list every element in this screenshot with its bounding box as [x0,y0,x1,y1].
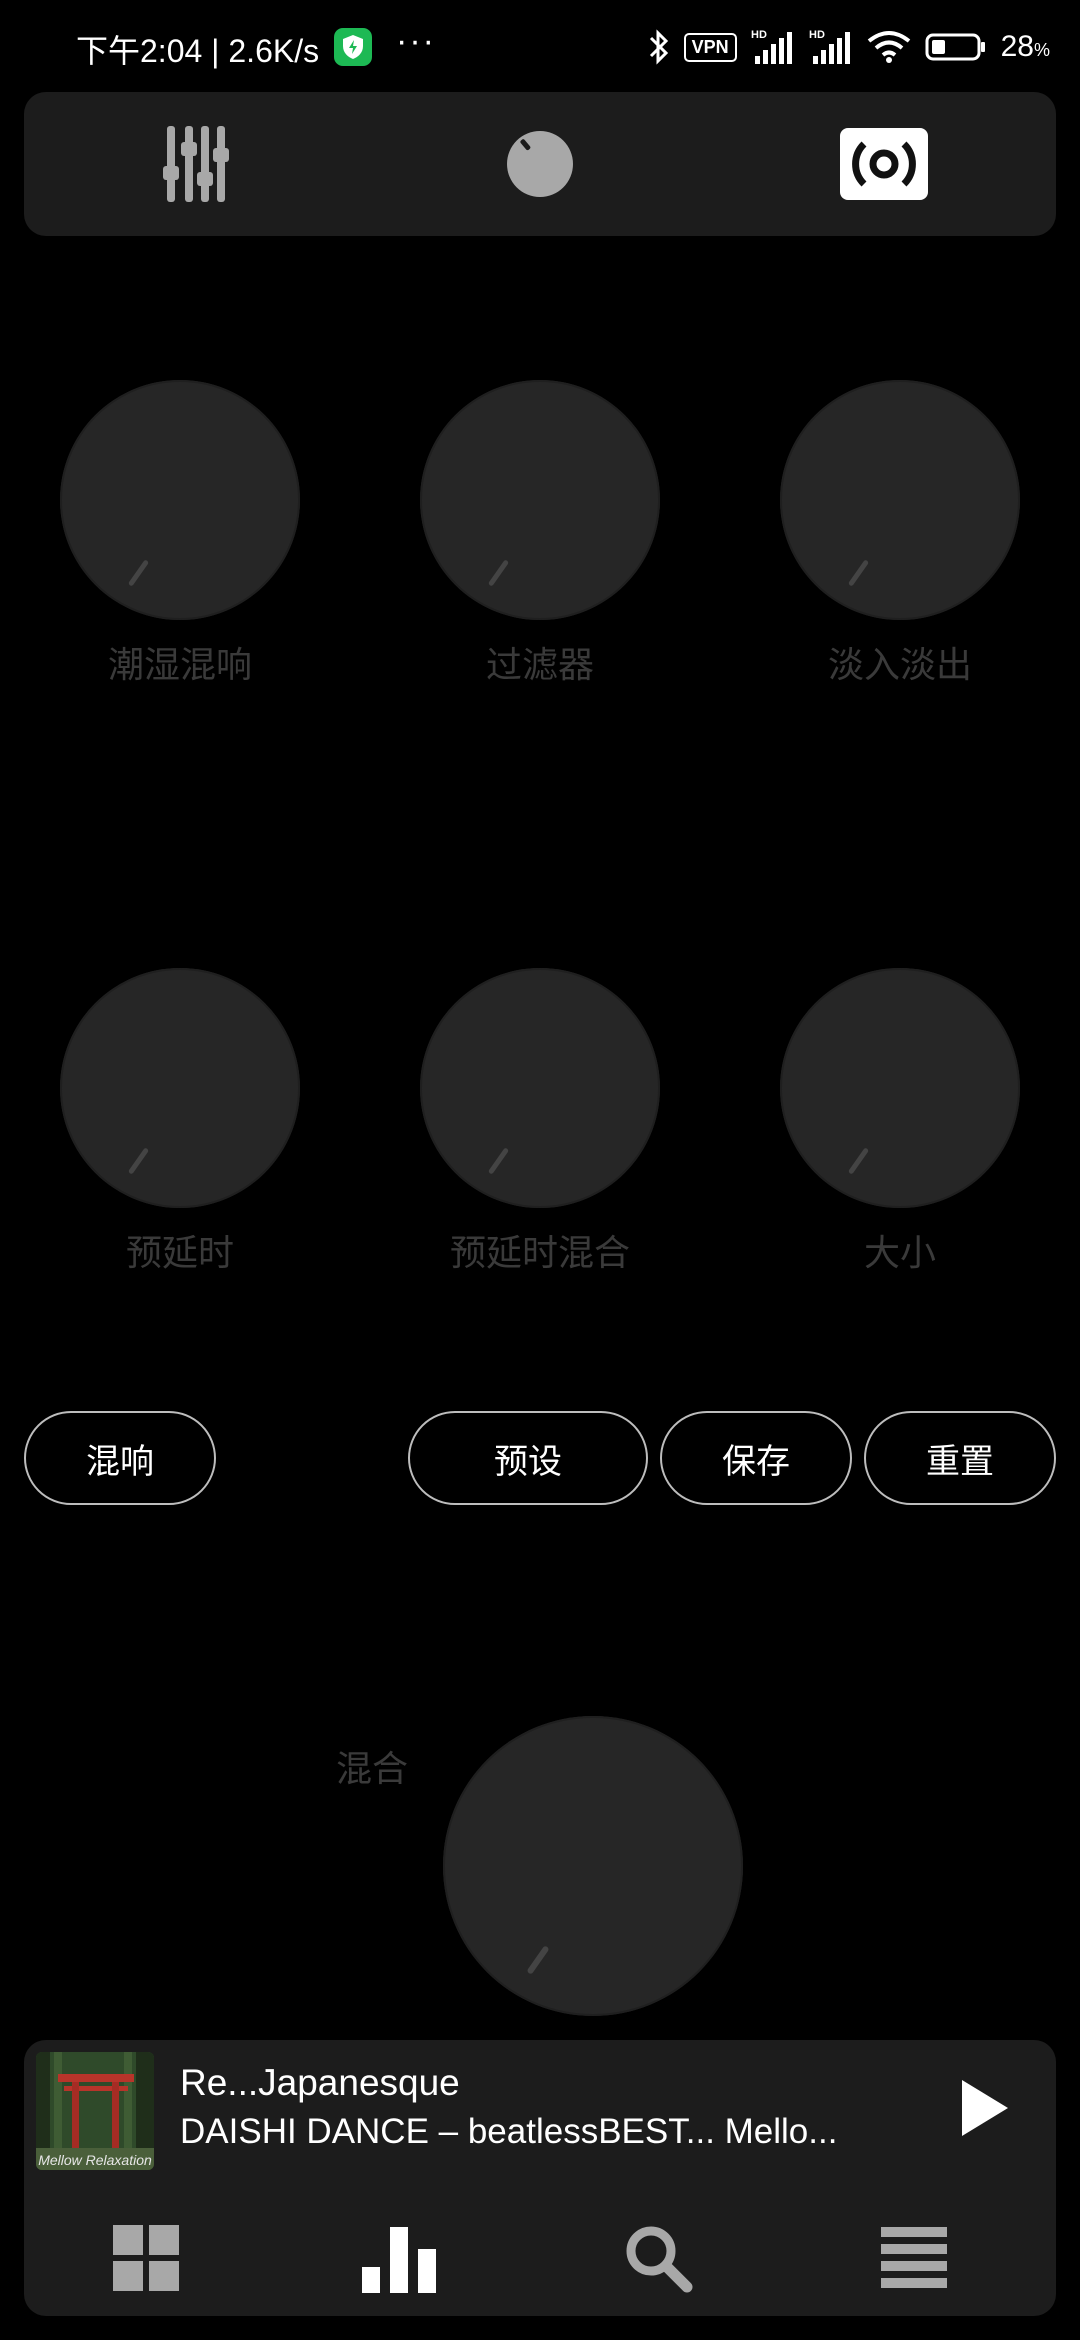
bluetooth-icon [649,29,668,65]
search-icon [626,2226,693,2293]
nav-menu[interactable] [824,2212,1004,2304]
preset-button[interactable]: 预设 [408,1411,648,1505]
battery-icon [925,33,985,61]
knob-indicator [526,1945,550,1975]
knob-dial[interactable] [60,380,300,620]
knob-label: 潮湿混响 [107,644,252,685]
knob-dial[interactable] [780,968,1020,1208]
save-button[interactable]: 保存 [660,1411,852,1505]
tab-equalizer[interactable] [24,92,368,236]
knob-wet-reverb[interactable]: 潮湿混响 [60,380,300,688]
knob-indicator [127,559,150,587]
knob-indicator [847,559,870,587]
battery-percent: 28% [1000,30,1050,63]
knob-dial[interactable] [60,968,300,1208]
knob-label: 预延时 [125,1232,234,1273]
reverb-toggle-button[interactable]: 混响 [24,1411,216,1505]
more-notifications-icon: ··· [396,22,436,60]
signal-hd-icon: HD [751,29,792,64]
knob-pre-delay[interactable]: 预延时 [60,968,300,1276]
menu-icon [881,2227,947,2288]
knob-icon [507,131,573,197]
status-bar: 下午2:04 | 2.6K/s ··· VPN HD HD 28% [0,0,1080,94]
signal-hd-icon-2: HD [809,29,850,64]
knob-label: 大小 [863,1232,936,1273]
tab-knob-effects[interactable] [368,92,712,236]
knob-mix[interactable] [443,1716,743,2016]
nav-effects[interactable] [312,2212,492,2304]
album-caption: Mellow Relaxation [38,2152,152,2168]
knob-dial[interactable] [420,968,660,1208]
knob-indicator [487,559,510,587]
album-art[interactable]: Mellow Relaxation [36,2052,154,2170]
tab-surround[interactable] [712,92,1056,236]
nav-search[interactable] [568,2212,748,2304]
knob-indicator [127,1147,150,1175]
knob-label: 预延时混合 [449,1232,630,1273]
mini-player: Mellow Relaxation Re...Japanesque DAISHI… [24,2040,1056,2316]
knob-fade[interactable]: 淡入淡出 [780,380,1020,688]
surround-icon [840,128,928,200]
knob-filter[interactable]: 过滤器 [420,380,660,688]
shield-app-icon [334,28,372,66]
knob-size[interactable]: 大小 [780,968,1020,1276]
equalizer-sliders-icon [163,126,229,202]
reset-button[interactable]: 重置 [864,1411,1056,1505]
status-right-icons: VPN HD HD 28% [648,26,1050,68]
knob-indicator [487,1147,510,1175]
knob-pre-delay-mix[interactable]: 预延时混合 [420,968,660,1276]
knob-dial[interactable] [780,380,1020,620]
vpn-badge: VPN [683,32,737,62]
bar-chart-icon [362,2227,436,2293]
status-time-speed: 下午2:04 | 2.6K/s [76,33,320,69]
grid-icon [113,2225,179,2291]
knob-dial[interactable] [420,380,660,620]
knob-label: 过滤器 [485,644,594,685]
wifi-icon [867,31,910,63]
svg-text:HD: HD [809,29,825,41]
svg-text:HD: HD [751,29,767,41]
mix-label: 混合 [336,1748,409,1789]
effect-tabs [24,92,1056,236]
nav-library[interactable] [56,2212,236,2304]
knob-indicator [847,1147,870,1175]
track-title[interactable]: Re...Japanesque [180,2062,460,2104]
play-icon[interactable] [962,2080,1008,2136]
knob-label: 淡入淡出 [827,644,972,685]
track-artist[interactable]: DAISHI DANCE – beatlessBEST... Mello... [180,2112,837,2152]
